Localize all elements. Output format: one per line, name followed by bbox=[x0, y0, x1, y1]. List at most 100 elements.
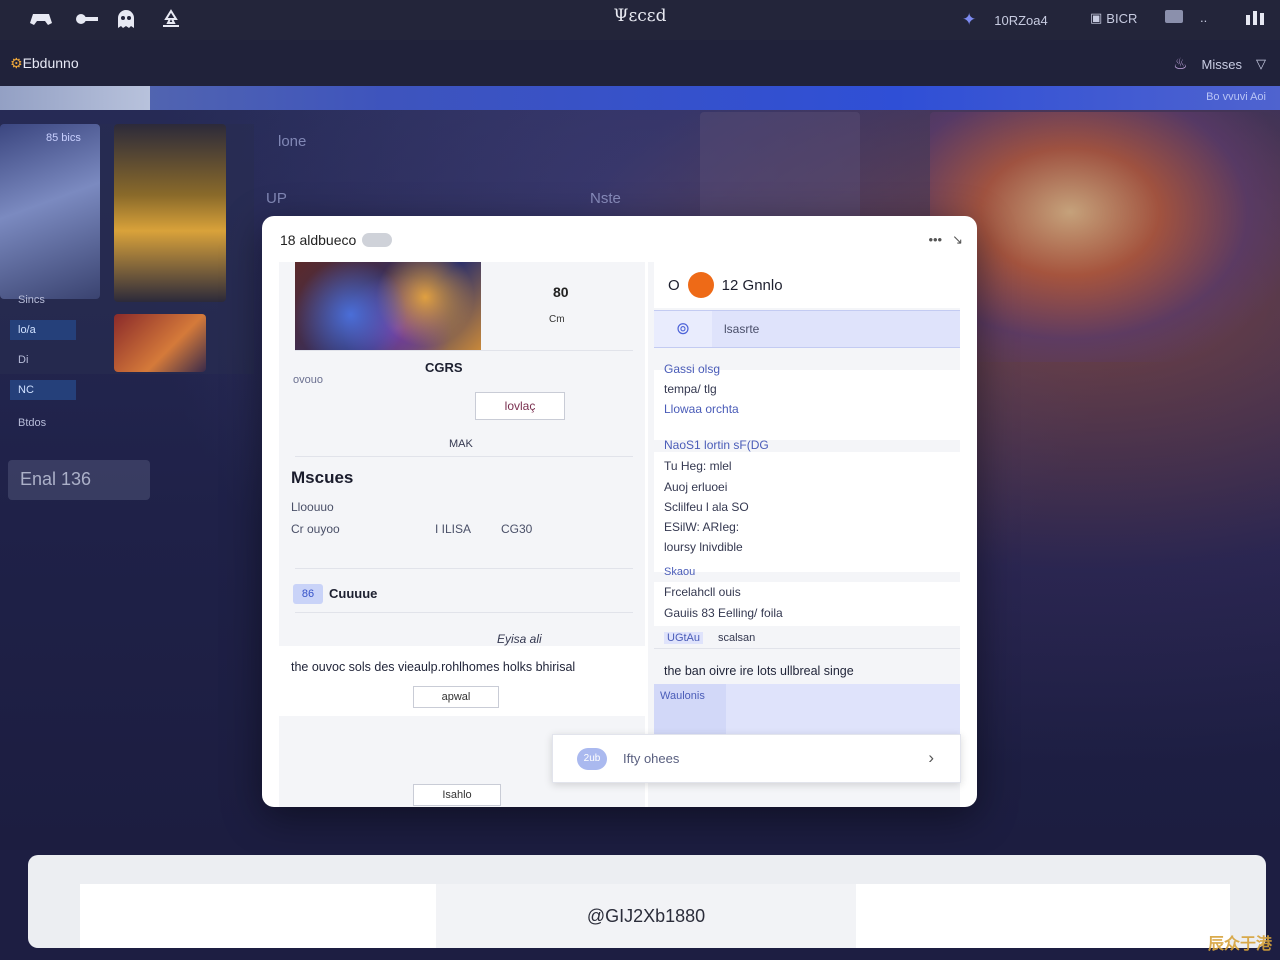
chevron-right-icon: › bbox=[928, 748, 934, 767]
key-icon[interactable] bbox=[74, 8, 100, 30]
recycle-icon[interactable] bbox=[158, 8, 184, 30]
group3-item-1: Frcelahcll ouis bbox=[664, 585, 741, 599]
chevron-down-icon: ▽ bbox=[1256, 56, 1266, 71]
right-description: the ban oivre ire lots ullbreal singe bbox=[664, 664, 854, 678]
highlight-block: Waulonis bbox=[654, 684, 960, 734]
selected-list-item[interactable]: ⊚ lsasrte bbox=[654, 310, 960, 348]
more-options-icon[interactable]: ••• bbox=[928, 232, 942, 248]
banner-thumbnail bbox=[0, 86, 150, 110]
title-toggle[interactable] bbox=[362, 233, 393, 247]
badge-label: Cuuuue bbox=[329, 586, 378, 601]
briefcase-button[interactable]: ▣ BICR bbox=[1090, 10, 1137, 26]
expand-icon[interactable]: ↘ bbox=[952, 232, 963, 248]
account-menu[interactable]: ♨ Misses ▽ bbox=[1173, 54, 1266, 74]
character-card-art bbox=[0, 124, 100, 299]
selected-item-label: lsasrte bbox=[724, 322, 760, 336]
background-label-2: UP bbox=[266, 190, 287, 207]
group1-item-3: Llowaa orchta bbox=[664, 402, 739, 416]
profile-row[interactable]: O 12 Gnnlo bbox=[654, 262, 960, 308]
cta-card[interactable]: 2ub Ifty ohees › bbox=[552, 734, 961, 783]
group2-item-5: ESilW: ARIeg: bbox=[664, 520, 740, 534]
footer-bar: @GIJ2Xb1880 bbox=[28, 855, 1266, 948]
row-label: ovouo bbox=[293, 374, 323, 386]
more-button[interactable]: .. bbox=[1200, 10, 1207, 25]
line-1: Lloouuo bbox=[291, 500, 334, 514]
group2-item-1: NaoS1 lortin sF(DG bbox=[664, 438, 769, 452]
hero-artwork bbox=[930, 112, 1280, 362]
footer-inner: @GIJ2Xb1880 bbox=[80, 884, 1230, 948]
game-thumbnail[interactable] bbox=[295, 262, 481, 350]
details-dialog: 18 aldbueco ••• ↘ 80 Cm CGRS ovouo lovla… bbox=[262, 216, 977, 807]
group3-item-2: Gauiis 83 Eelling/ foila bbox=[664, 606, 783, 620]
divider bbox=[295, 456, 633, 457]
action-button[interactable]: lovlaç bbox=[475, 392, 565, 420]
briefcase-icon: ▣ bbox=[1090, 10, 1103, 25]
dialog-actions: ••• ↘ bbox=[928, 232, 963, 248]
divider bbox=[295, 350, 633, 351]
group2-item-3: Auoj erluoei bbox=[664, 480, 728, 494]
stat-unit: Cm bbox=[549, 314, 565, 325]
account-label: Misses bbox=[1201, 56, 1242, 72]
left-badge: 85 bics bbox=[46, 132, 81, 144]
scene-thumbnail[interactable] bbox=[114, 314, 206, 372]
profile-name: 12 Gnnlo bbox=[721, 276, 783, 294]
banner-strip: Bo vvuvi Aoi bbox=[0, 86, 1280, 110]
line-2c: CG30 bbox=[501, 522, 533, 536]
app-title: Ψεcεd bbox=[613, 6, 667, 26]
dialog-right-column: O 12 Gnnlo ⊚ lsasrte Gassi olsg tempa/ t… bbox=[648, 262, 960, 807]
header-prefix: O bbox=[668, 276, 680, 294]
section-heading: Mscues bbox=[291, 468, 354, 487]
game-title: CGRS bbox=[425, 360, 463, 375]
avatar bbox=[687, 272, 714, 298]
top-bar: Ψεcεd ✦ 10RZoa4 ▣ BICR .. bbox=[0, 0, 1280, 40]
more-icon: .. bbox=[1200, 10, 1208, 25]
left-item-5[interactable]: Btdos bbox=[10, 413, 54, 433]
window-icon bbox=[1165, 10, 1183, 23]
description-text: the ouvoc sols des vieaulp.rohlhomes hol… bbox=[291, 660, 576, 674]
controller-icon[interactable] bbox=[28, 8, 54, 30]
highlight-label: Waulonis bbox=[660, 690, 705, 702]
group2-item-4: Sclilfeu l ala SO bbox=[664, 500, 749, 514]
settings-icon: ⊚ bbox=[654, 311, 712, 347]
globe-icon: ✦ bbox=[962, 10, 977, 29]
stats-button[interactable] bbox=[1245, 9, 1265, 25]
note-right: Eyisa ali bbox=[497, 632, 542, 646]
sub-header: ⚙Ebdunno ♨ Misses ▽ bbox=[0, 40, 1280, 86]
heart-icon: ♨ bbox=[1173, 56, 1188, 73]
left-item-4[interactable]: NC bbox=[10, 380, 76, 400]
champion-art bbox=[114, 124, 226, 302]
left-item-1[interactable]: Sincs bbox=[10, 290, 53, 310]
line-2a: Cr ouyoo bbox=[291, 522, 340, 536]
tag-text: MAK bbox=[449, 438, 473, 450]
globe-label: 10RZoa4 bbox=[994, 12, 1048, 28]
group2-item-2: Tu Heg: mlel bbox=[664, 459, 732, 473]
group1-item-1: Gassi olsg bbox=[664, 362, 721, 376]
background-label-3: Nste bbox=[590, 190, 621, 207]
level-badge: 86 bbox=[293, 584, 323, 604]
globe-button[interactable]: ✦ 10RZoa4 bbox=[962, 10, 1048, 30]
divider bbox=[295, 612, 633, 613]
brand-name[interactable]: ⚙Ebdunno bbox=[10, 55, 79, 72]
chat-bubble-icon: 2ub bbox=[577, 748, 607, 770]
group2-item-6: loursy lnivdible bbox=[664, 540, 743, 554]
cta-label: Ifty ohees bbox=[623, 751, 680, 766]
ghost-icon[interactable] bbox=[113, 8, 139, 30]
apply-button[interactable]: apwal bbox=[413, 686, 499, 708]
divider bbox=[295, 568, 633, 569]
brand-icon: ⚙ bbox=[10, 55, 23, 71]
left-item-2[interactable]: lo/a bbox=[10, 320, 76, 340]
window-button[interactable] bbox=[1165, 10, 1183, 23]
banner-text: Bo vvuvi Aoi bbox=[1206, 91, 1266, 103]
background-label-1: lone bbox=[278, 133, 307, 150]
dialog-left-column: 80 Cm CGRS ovouo lovlaç MAK Mscues Lloou… bbox=[279, 262, 645, 807]
stats-icon bbox=[1246, 11, 1264, 25]
left-item-3[interactable]: Di bbox=[10, 350, 36, 370]
bottom-button[interactable]: Isahlo bbox=[413, 784, 501, 806]
left-pill[interactable]: Enal 136 bbox=[8, 460, 150, 500]
footer-code[interactable]: @GIJ2Xb1880 bbox=[436, 884, 856, 948]
chip-label: scalsan bbox=[718, 632, 756, 644]
line-2b: I ILISA bbox=[435, 522, 472, 536]
divider bbox=[654, 648, 960, 649]
chip[interactable]: UGtAu bbox=[664, 632, 704, 644]
stat-value: 80 bbox=[553, 284, 569, 300]
